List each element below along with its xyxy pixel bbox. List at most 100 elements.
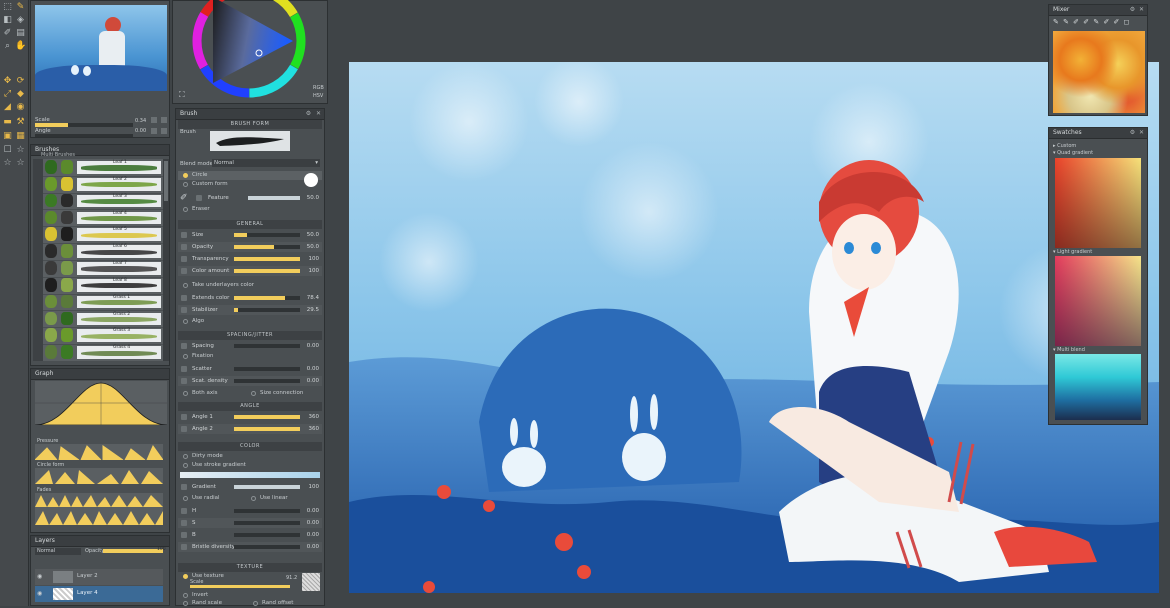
use-stroke-gradient-toggle[interactable]: Use stroke gradient (178, 461, 322, 470)
mixer-canvas[interactable] (1053, 31, 1145, 113)
nav-rotate-icon[interactable] (161, 128, 167, 134)
ruler-icon[interactable]: ◉ (15, 102, 26, 113)
algo-toggle[interactable]: Algo (178, 317, 322, 326)
slider-scatter[interactable]: Scatter 0.00 (178, 364, 322, 374)
eye-icon[interactable]: ◉ (37, 573, 44, 580)
nav-fit-icon[interactable] (151, 117, 157, 123)
slider-track[interactable] (234, 344, 300, 348)
form-custom-option[interactable]: Custom form (178, 180, 322, 189)
form-circle-option[interactable]: Circle (178, 171, 322, 180)
brush-list-item[interactable]: Leaf 8 (43, 277, 163, 295)
angle-slider[interactable] (35, 134, 133, 137)
take-underlayers-toggle[interactable]: Take underlayers color (178, 281, 322, 290)
layer-icon[interactable]: ▬ (2, 117, 13, 128)
brush-form-preview[interactable] (210, 131, 290, 151)
brush-list-item[interactable]: Grass 2 (43, 311, 163, 329)
pan-icon[interactable]: ✋ (15, 41, 26, 52)
slider-b[interactable]: B 0.00 (178, 530, 322, 540)
eye-icon[interactable]: ◉ (37, 590, 44, 597)
light-gradient-swatch[interactable] (1055, 256, 1141, 346)
gradient-icon[interactable]: ▤ (15, 28, 26, 39)
swatch-group-custom[interactable]: ▸ Custom (1053, 143, 1076, 149)
settings-icon[interactable]: ⚙ (1129, 6, 1136, 13)
circle-form-curves[interactable] (35, 468, 163, 484)
slider-opacity[interactable]: Opacity 50.0 (178, 242, 322, 252)
slider-bristle-diversity[interactable]: Bristle diversity 0.00 (178, 542, 322, 552)
brush-list-item[interactable]: Grass 1 (43, 294, 163, 312)
move-icon[interactable]: ✥ (2, 76, 13, 87)
shape-icon[interactable]: ◆ (15, 89, 26, 100)
close-icon[interactable]: ✕ (1138, 129, 1145, 136)
dirty-mode-toggle[interactable]: Dirty mode (178, 452, 322, 461)
slider-transparency[interactable]: Transparency 100 (178, 254, 322, 264)
eraser-icon[interactable]: ◧ (2, 15, 13, 26)
picker-icon[interactable]: ✐ (2, 28, 13, 39)
swatch-group-multi[interactable]: ▾ Multi blend (1053, 347, 1085, 353)
brush-list-item[interactable]: Leaf 6 (43, 243, 163, 261)
swatch-group-light[interactable]: ▾ Light gradient (1053, 249, 1092, 255)
brush-list-item[interactable]: Leaf 3 (43, 193, 163, 211)
rotate-icon[interactable]: ⟳ (15, 76, 26, 87)
scale-slider[interactable] (35, 123, 133, 127)
settings-icon[interactable]: ⚙ (1129, 129, 1136, 136)
slider-track[interactable] (234, 269, 300, 273)
star2-icon[interactable]: ☆ (15, 158, 26, 169)
brush-list-item[interactable]: Leaf 2 (43, 176, 163, 194)
size-connection-toggle[interactable]: Size connection (246, 389, 322, 398)
brush-list-item[interactable]: Grass 3 (43, 327, 163, 346)
pressure-curves[interactable] (35, 444, 163, 460)
layer-opacity-slider[interactable] (103, 549, 163, 553)
slider-track[interactable] (234, 308, 300, 312)
brush-list-scrollbar[interactable] (163, 159, 169, 361)
rand-offset-toggle[interactable]: Rand offset (248, 599, 322, 608)
slider-track[interactable] (234, 233, 300, 237)
selection-icon[interactable]: ⬚ (2, 2, 13, 13)
layer-blend-select[interactable]: Normal (35, 548, 81, 555)
slider-size[interactable]: Size 50.0 (178, 230, 322, 240)
brush-list-item[interactable]: Leaf 5 (43, 226, 163, 245)
color-mode-rgb[interactable]: RGB (313, 85, 324, 91)
graph-curve[interactable] (35, 381, 167, 425)
mask-icon[interactable]: ⚒ (15, 117, 26, 128)
fixation-toggle[interactable]: Fixation (178, 352, 322, 361)
blend-mode-select[interactable]: Normal ▾ (212, 159, 320, 167)
slider-track[interactable] (234, 521, 300, 525)
slider-track[interactable] (234, 545, 300, 549)
mixer-toolbar[interactable]: ✎ ✎ ✐ ✐ ✎ ✐ ✐ ◻ (1053, 17, 1145, 27)
slider-track[interactable] (234, 379, 300, 383)
stroke-gradient-bar[interactable] (180, 472, 320, 478)
brush-icon[interactable]: ✎ (15, 2, 26, 13)
fill-icon[interactable]: ◈ (15, 15, 26, 26)
slider-track[interactable] (234, 533, 300, 537)
slider-spacing[interactable]: Spacing 0.00 (178, 341, 322, 351)
slider-s[interactable]: S 0.00 (178, 518, 322, 528)
color-wheel[interactable] (187, 0, 311, 101)
layer-toolbar[interactable] (35, 557, 163, 563)
close-icon[interactable]: ✕ (1138, 6, 1145, 13)
eraser-toggle[interactable]: Eraser (178, 205, 322, 214)
favorite-icon[interactable]: ☆ (15, 145, 26, 156)
texture-preview[interactable] (302, 573, 320, 591)
slider-track[interactable] (234, 415, 300, 419)
use-linear-toggle[interactable]: Use linear (246, 494, 322, 503)
slider-track[interactable] (234, 427, 300, 431)
gradient-slider[interactable]: Gradient 100 (178, 482, 322, 492)
slider-extends-color[interactable]: Extends color 78.4 (178, 293, 322, 303)
note-icon[interactable]: ☐ (2, 145, 13, 156)
feature-slider[interactable]: Feature 50.0 (178, 193, 322, 203)
navigator-thumbnail[interactable] (35, 5, 167, 91)
nav-flip-icon[interactable] (151, 128, 157, 134)
grid-icon[interactable]: ▦ (15, 131, 26, 142)
settings-icon[interactable]: ⚙ (305, 110, 312, 117)
layer-row-selected[interactable]: ◉ Layer 4 (35, 586, 163, 602)
slider-angle-2[interactable]: Angle 2 360 (178, 424, 322, 434)
slider-stabilizer[interactable]: Stabilizer 29.5 (178, 305, 322, 315)
star-icon[interactable]: ☆ (2, 158, 13, 169)
close-icon[interactable]: ✕ (315, 110, 322, 117)
nav-reset-icon[interactable] (161, 117, 167, 123)
brush-list-item[interactable]: Leaf 7 (43, 260, 163, 278)
slider-track[interactable] (234, 296, 300, 300)
color-expand-icon[interactable]: ⛶ (179, 91, 187, 99)
brush-list-item[interactable]: Leaf 4 (43, 210, 163, 228)
curve-presets[interactable] (35, 429, 167, 435)
